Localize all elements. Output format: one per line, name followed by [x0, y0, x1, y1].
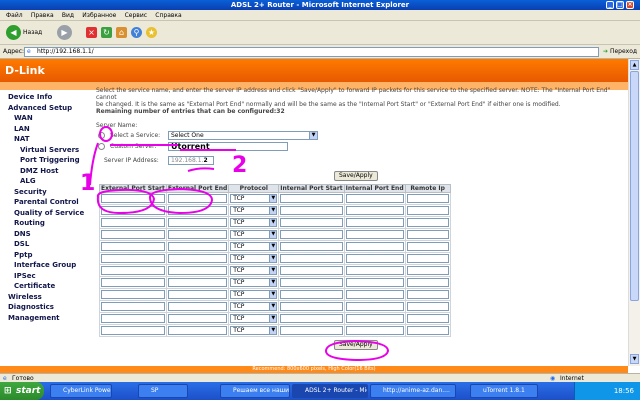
close-icon[interactable]: ×: [626, 1, 634, 9]
windows-taskbar: ⊞ start CyberLink PowerDVD SP Решаем все…: [0, 382, 640, 400]
back-label[interactable]: Назад: [23, 29, 42, 36]
page-icon: e: [27, 48, 31, 55]
clock: 18:56: [613, 387, 634, 395]
task-ie-router[interactable]: ADSL 2+ Router - Mic...: [292, 384, 368, 398]
menu-bar: Файл Правка Вид Избранное Сервис Справка: [0, 10, 640, 21]
annotation-number-2: 2: [232, 153, 248, 178]
menu-edit[interactable]: Правка: [31, 10, 54, 21]
address-bar: Адрес: e http://192.168.1.1/ ➔ Переход: [0, 45, 640, 59]
annotation-circle-radio: [99, 126, 113, 142]
windows-logo-icon: ⊞: [4, 386, 12, 396]
minimize-icon[interactable]: _: [606, 1, 614, 9]
scroll-thumb[interactable]: [630, 71, 639, 301]
task-utorrent[interactable]: uTorrent 1.8.1: [470, 384, 538, 398]
start-label: start: [16, 386, 41, 396]
start-button[interactable]: ⊞ start: [0, 382, 44, 400]
favorites-icon[interactable]: ★: [146, 27, 157, 38]
task-reshaem[interactable]: Решаем все наши пр...: [220, 384, 290, 398]
task-anime[interactable]: http://anime-az.dan....: [370, 384, 456, 398]
scroll-down-icon[interactable]: ▼: [630, 354, 639, 364]
refresh-icon[interactable]: ↻: [101, 27, 112, 38]
menu-view[interactable]: Вид: [62, 10, 74, 21]
status-bar: e Готово ◉ Internet: [0, 373, 640, 382]
go-button[interactable]: ➔ Переход: [603, 47, 637, 57]
menu-tools[interactable]: Сервис: [125, 10, 147, 21]
annotation-circle-external-start: [96, 188, 156, 215]
annotation-stroke-2: [187, 167, 215, 172]
maximize-icon[interactable]: □: [616, 1, 624, 9]
stop-icon[interactable]: ×: [86, 27, 97, 38]
annotation-circle-external-end: [148, 187, 214, 215]
home-icon[interactable]: ⌂: [116, 27, 127, 38]
task-sp[interactable]: SP: [138, 384, 188, 398]
menu-file[interactable]: Файл: [6, 10, 23, 21]
page-scrollbar[interactable]: ▲ ▼: [628, 59, 640, 366]
go-arrow-icon: ➔: [603, 48, 609, 55]
annotation-circle-save: [324, 339, 390, 362]
resolution-hint: Recommend: 800x600 pixels, High Color(16…: [0, 366, 628, 373]
window-title: ADSL 2+ Router - Microsoft Internet Expl…: [230, 1, 410, 9]
scroll-up-icon[interactable]: ▲: [630, 60, 639, 70]
task-powerdvd[interactable]: CyberLink PowerDVD: [50, 384, 112, 398]
system-tray: 18:56: [574, 382, 640, 400]
menu-help[interactable]: Справка: [155, 10, 181, 21]
go-label: Переход: [609, 48, 638, 55]
window-title-bar: ADSL 2+ Router - Microsoft Internet Expl…: [0, 0, 640, 10]
browser-toolbar: ◀ Назад ▶ × ↻ ⌂ ⚲ ★: [0, 21, 640, 45]
back-arrow-icon[interactable]: ◀: [6, 25, 21, 40]
search-icon[interactable]: ⚲: [131, 27, 142, 38]
address-input[interactable]: e http://192.168.1.1/: [24, 47, 599, 57]
router-page: D-Link Device Info Advanced Setup WAN LAN NA…: [0, 59, 628, 366]
forward-arrow-icon[interactable]: ▶: [57, 25, 72, 40]
address-label: Адрес:: [3, 48, 25, 55]
annotation-overlay: [89, 126, 390, 362]
menu-favorites[interactable]: Избранное: [82, 10, 116, 21]
address-url: http://192.168.1.1/: [37, 48, 94, 55]
annotation-number-1: 1: [80, 171, 96, 196]
